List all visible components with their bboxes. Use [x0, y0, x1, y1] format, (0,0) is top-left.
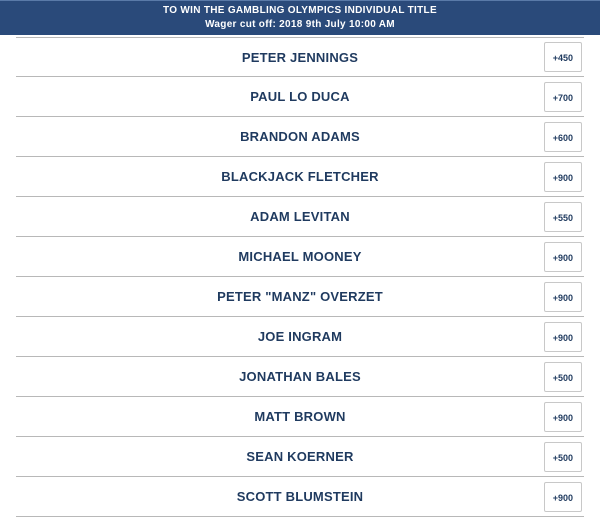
odds-list: PETER JENNINGS +450 PAUL LO DUCA +700 BR…	[0, 37, 600, 517]
odds-button[interactable]: +900	[544, 282, 582, 312]
market-title: TO WIN THE GAMBLING OLYMPICS INDIVIDUAL …	[0, 5, 600, 16]
odds-button[interactable]: +900	[544, 322, 582, 352]
odds-button[interactable]: +900	[544, 162, 582, 192]
participant-name: SEAN KOERNER	[246, 449, 353, 464]
participant-name: BLACKJACK FLETCHER	[221, 169, 378, 184]
participant-name: MICHAEL MOONEY	[238, 249, 361, 264]
odds-row: MATT BROWN +900	[16, 397, 584, 437]
odds-button[interactable]: +600	[544, 122, 582, 152]
odds-value: +900	[553, 293, 573, 303]
odds-button[interactable]: +700	[544, 82, 582, 112]
betting-header: TO WIN THE GAMBLING OLYMPICS INDIVIDUAL …	[0, 0, 600, 35]
odds-value: +450	[553, 53, 573, 63]
odds-row: MICHAEL MOONEY +900	[16, 237, 584, 277]
wager-cutoff: Wager cut off: 2018 9th July 10:00 AM	[0, 19, 600, 30]
participant-name: PETER "MANZ" OVERZET	[217, 289, 383, 304]
odds-row: PETER "MANZ" OVERZET +900	[16, 277, 584, 317]
odds-button[interactable]: +900	[544, 482, 582, 512]
odds-button[interactable]: +450	[544, 42, 582, 72]
participant-name: SCOTT BLUMSTEIN	[237, 489, 364, 504]
participant-name: BRANDON ADAMS	[240, 129, 360, 144]
odds-button[interactable]: +900	[544, 242, 582, 272]
odds-value: +600	[553, 133, 573, 143]
odds-row: BLACKJACK FLETCHER +900	[16, 157, 584, 197]
odds-value: +550	[553, 213, 573, 223]
odds-value: +500	[553, 453, 573, 463]
participant-name: PAUL LO DUCA	[250, 89, 349, 104]
odds-row: ADAM LEVITAN +550	[16, 197, 584, 237]
odds-button[interactable]: +500	[544, 442, 582, 472]
odds-value: +700	[553, 93, 573, 103]
odds-value: +900	[553, 333, 573, 343]
odds-button[interactable]: +500	[544, 362, 582, 392]
odds-value: +900	[553, 493, 573, 503]
participant-name: JONATHAN BALES	[239, 369, 361, 384]
participant-name: MATT BROWN	[254, 409, 345, 424]
participant-name: PETER JENNINGS	[242, 50, 358, 65]
odds-row: PAUL LO DUCA +700	[16, 77, 584, 117]
odds-button[interactable]: +550	[544, 202, 582, 232]
odds-row: BRANDON ADAMS +600	[16, 117, 584, 157]
odds-row: SCOTT BLUMSTEIN +900	[16, 477, 584, 517]
odds-row: PETER JENNINGS +450	[16, 37, 584, 77]
participant-name: JOE INGRAM	[258, 329, 342, 344]
odds-row: SEAN KOERNER +500	[16, 437, 584, 477]
odds-value: +900	[553, 253, 573, 263]
odds-button[interactable]: +900	[544, 402, 582, 432]
participant-name: ADAM LEVITAN	[250, 209, 350, 224]
odds-value: +900	[553, 413, 573, 423]
odds-value: +500	[553, 373, 573, 383]
odds-row: JONATHAN BALES +500	[16, 357, 584, 397]
odds-value: +900	[553, 173, 573, 183]
odds-row: JOE INGRAM +900	[16, 317, 584, 357]
